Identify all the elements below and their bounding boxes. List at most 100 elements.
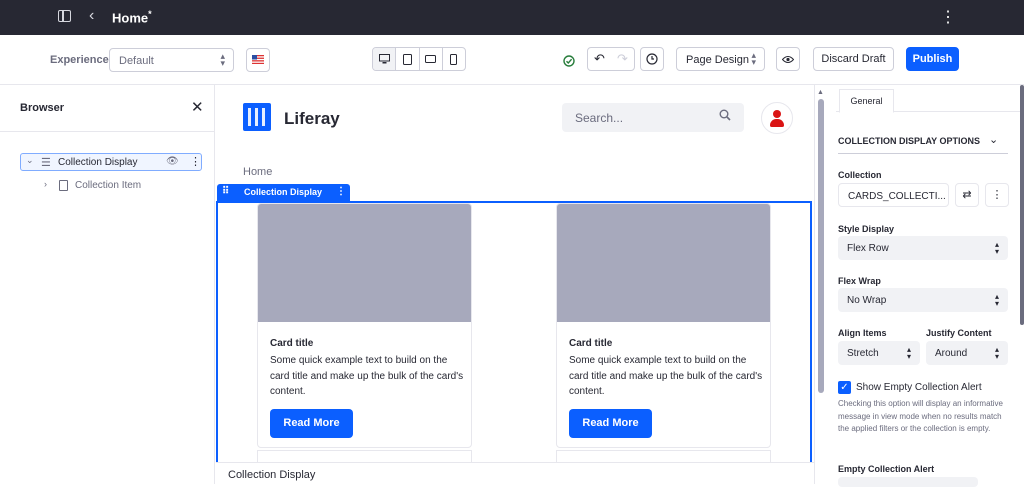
options-icon: ⋮ bbox=[991, 189, 1003, 201]
section-title[interactable]: COLLECTION DISPLAY OPTIONS bbox=[838, 136, 980, 146]
selection-footer: Collection Display bbox=[216, 462, 814, 484]
select-caret-icon: ▴ ▾ bbox=[906, 345, 911, 361]
page-title: Home* bbox=[112, 9, 152, 26]
fragment-options-icon[interactable]: ⋮ bbox=[336, 186, 346, 197]
align-items-select[interactable]: Stretch ▴ ▾ bbox=[838, 341, 920, 365]
card: Card title Some quick example text to bu… bbox=[257, 203, 472, 448]
redo-icon[interactable]: ↷ bbox=[617, 51, 628, 67]
select-caret-icon: ▴ ▾ bbox=[994, 240, 999, 256]
clock-icon bbox=[646, 53, 658, 65]
collection-options-button[interactable]: ⋮ bbox=[985, 183, 1009, 207]
show-empty-alert-label[interactable]: Show Empty Collection Alert bbox=[856, 382, 982, 393]
user-avatar[interactable] bbox=[761, 102, 793, 134]
card-text: Some quick example text to build on the … bbox=[569, 355, 763, 397]
liferay-logo[interactable] bbox=[243, 103, 271, 131]
scrollbar-thumb[interactable] bbox=[818, 99, 824, 393]
card-image-placeholder bbox=[258, 204, 471, 322]
search-bar[interactable]: Search... bbox=[562, 103, 744, 132]
select-caret-icon: ▴ ▾ bbox=[751, 50, 756, 67]
config-tabs: General bbox=[836, 85, 1024, 113]
editor-toolbar: Experience Default ▴ ▾ ↶ ↷ Page Design ▴… bbox=[0, 35, 1024, 85]
eye-icon bbox=[782, 56, 794, 63]
card-title: Card title bbox=[569, 338, 613, 349]
card-title: Card title bbox=[270, 338, 314, 349]
fragment-topper[interactable]: ⠿ Collection Display ⋮ bbox=[217, 184, 350, 201]
show-empty-alert-checkbox[interactable]: ✓ bbox=[838, 381, 851, 394]
draft-marker: * bbox=[148, 9, 152, 19]
options-menu-icon[interactable]: ⋮ bbox=[940, 7, 956, 27]
empty-alert-label: Empty Collection Alert bbox=[838, 464, 935, 474]
chevron-down-icon[interactable]: ⌄ bbox=[26, 155, 34, 166]
card: Card title Some quick example text to bu… bbox=[556, 203, 771, 448]
chevron-right-icon[interactable]: › bbox=[44, 179, 47, 189]
discard-draft-button[interactable]: Discard Draft bbox=[813, 47, 894, 71]
select-caret-icon: ▴ ▾ bbox=[220, 51, 225, 68]
phone-view-button[interactable] bbox=[443, 48, 465, 70]
align-items-label: Align Items bbox=[838, 328, 887, 338]
browser-title: Browser bbox=[20, 102, 65, 114]
landscape-view-button[interactable] bbox=[420, 48, 443, 70]
tablet-icon bbox=[402, 53, 412, 65]
landscape-icon bbox=[425, 55, 437, 63]
tree-item-label: Collection Display bbox=[58, 157, 138, 168]
close-icon[interactable]: ✕ bbox=[191, 98, 204, 116]
us-flag-icon bbox=[252, 55, 264, 64]
user-icon bbox=[773, 110, 781, 118]
flex-wrap-select[interactable]: No Wrap ▴ ▾ bbox=[838, 288, 1008, 312]
experience-value: Default bbox=[119, 55, 154, 67]
user-icon-body bbox=[770, 119, 784, 127]
justify-content-label: Justify Content bbox=[926, 328, 992, 338]
undo-icon[interactable]: ↶ bbox=[594, 51, 605, 67]
style-display-select[interactable]: Flex Row ▴ ▾ bbox=[838, 236, 1008, 260]
search-icon[interactable] bbox=[719, 109, 731, 121]
divider bbox=[838, 153, 1008, 154]
help-text: Checking this option will display an inf… bbox=[838, 399, 1003, 433]
divider bbox=[0, 131, 214, 132]
card-text: Some quick example text to build on the … bbox=[270, 355, 464, 397]
canvas-scrollbar[interactable]: ▲ bbox=[814, 85, 836, 484]
tab-general[interactable]: General bbox=[839, 89, 894, 113]
preview-button[interactable] bbox=[776, 47, 800, 71]
page-design-select[interactable]: Page Design ▴ ▾ bbox=[676, 47, 765, 71]
empty-alert-field[interactable] bbox=[838, 477, 978, 487]
undo-redo-group: ↶ ↷ bbox=[587, 47, 635, 71]
history-button[interactable] bbox=[640, 47, 664, 71]
change-collection-button[interactable]: ⇄ bbox=[955, 183, 979, 207]
desktop-view-button[interactable] bbox=[373, 48, 397, 70]
nav-home-link[interactable]: Home bbox=[243, 166, 272, 178]
read-more-button[interactable]: Read More bbox=[270, 409, 353, 438]
drag-handle-icon[interactable]: ⠿ bbox=[222, 186, 229, 197]
visibility-eye-icon[interactable]: 👁 bbox=[166, 156, 179, 167]
panel-scrollbar[interactable] bbox=[1020, 85, 1024, 325]
phone-icon bbox=[450, 53, 458, 65]
style-display-label: Style Display bbox=[838, 224, 895, 234]
language-button[interactable] bbox=[246, 48, 270, 72]
check-circle-icon bbox=[563, 55, 575, 67]
collection-field[interactable]: CARDS_COLLECTI... bbox=[838, 183, 949, 207]
experience-select[interactable]: Default ▴ ▾ bbox=[109, 48, 234, 72]
justify-content-select[interactable]: Around ▴ ▾ bbox=[926, 341, 1008, 365]
site-name[interactable]: Liferay bbox=[284, 109, 340, 129]
tablet-view-button[interactable] bbox=[396, 48, 420, 70]
item-options-icon[interactable]: ⋮ bbox=[190, 155, 201, 168]
page-design-label: Page Design bbox=[686, 54, 749, 66]
chevron-down-icon[interactable]: ⌄ bbox=[989, 133, 998, 146]
read-more-button[interactable]: Read More bbox=[569, 409, 652, 438]
style-display-value: Flex Row bbox=[847, 243, 889, 254]
flex-wrap-value: No Wrap bbox=[847, 295, 887, 306]
align-items-value: Stretch bbox=[847, 348, 879, 359]
configuration-panel: General COLLECTION DISPLAY OPTIONS ⌄ Col… bbox=[836, 85, 1024, 487]
back-icon[interactable]: ‹ bbox=[89, 7, 94, 25]
scroll-up-icon[interactable]: ▲ bbox=[817, 89, 824, 96]
flex-wrap-label: Flex Wrap bbox=[838, 276, 881, 286]
select-caret-icon: ▴ ▾ bbox=[994, 345, 999, 361]
tree-item-collection-display[interactable]: ⌄ ☰ Collection Display 👁 ⋮ bbox=[20, 153, 202, 171]
publish-button[interactable]: Publish bbox=[906, 47, 959, 71]
browser-panel: Browser ✕ bbox=[0, 85, 215, 484]
sidebar-toggle-icon[interactable] bbox=[58, 10, 71, 22]
list-icon: ☰ bbox=[41, 157, 51, 169]
experience-label: Experience bbox=[50, 54, 109, 66]
selected-fragment-label: Collection Display bbox=[228, 469, 316, 481]
select-caret-icon: ▴ ▾ bbox=[994, 292, 999, 308]
swap-icon: ⇄ bbox=[962, 189, 972, 201]
